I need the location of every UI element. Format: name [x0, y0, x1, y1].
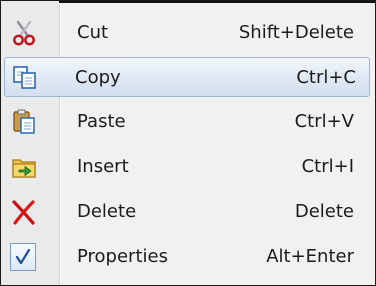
- menu-item-label: Cut: [77, 22, 109, 43]
- menu-item-copy[interactable]: Copy Ctrl+C: [4, 57, 370, 97]
- menu-item-shortcut: Ctrl+I: [301, 156, 354, 177]
- scissors-icon: [10, 19, 38, 47]
- menu-item-insert[interactable]: Insert Ctrl+I: [4, 147, 370, 187]
- menu-item-shortcut: Delete: [294, 201, 354, 222]
- menu-item-shortcut: Ctrl+C: [296, 67, 356, 88]
- menu-item-properties[interactable]: Properties Alt+Enter: [4, 237, 370, 277]
- checkmark-icon: [10, 243, 38, 271]
- copy-icon: [11, 64, 39, 92]
- menu-item-shortcut: Shift+Delete: [238, 22, 354, 43]
- menu-item-label: Delete: [77, 201, 137, 222]
- menu-item-shortcut: Alt+Enter: [266, 246, 354, 267]
- insert-icon: [10, 153, 38, 181]
- menu-item-delete[interactable]: Delete Delete: [4, 192, 370, 232]
- menu-item-label: Properties: [77, 246, 168, 267]
- menu-item-label: Paste: [77, 111, 126, 132]
- menu-item-paste[interactable]: Paste Ctrl+V: [4, 102, 370, 142]
- paste-icon: [10, 108, 38, 136]
- menu-item-shortcut: Ctrl+V: [294, 111, 354, 132]
- menu-item-label: Copy: [75, 67, 121, 88]
- menu-item-label: Insert: [77, 156, 129, 177]
- delete-icon: [10, 198, 38, 226]
- menu-item-cut[interactable]: Cut Shift+Delete: [4, 13, 370, 53]
- context-menu: Cut Shift+Delete Copy Ctrl+C Paste Ctrl+…: [0, 0, 376, 286]
